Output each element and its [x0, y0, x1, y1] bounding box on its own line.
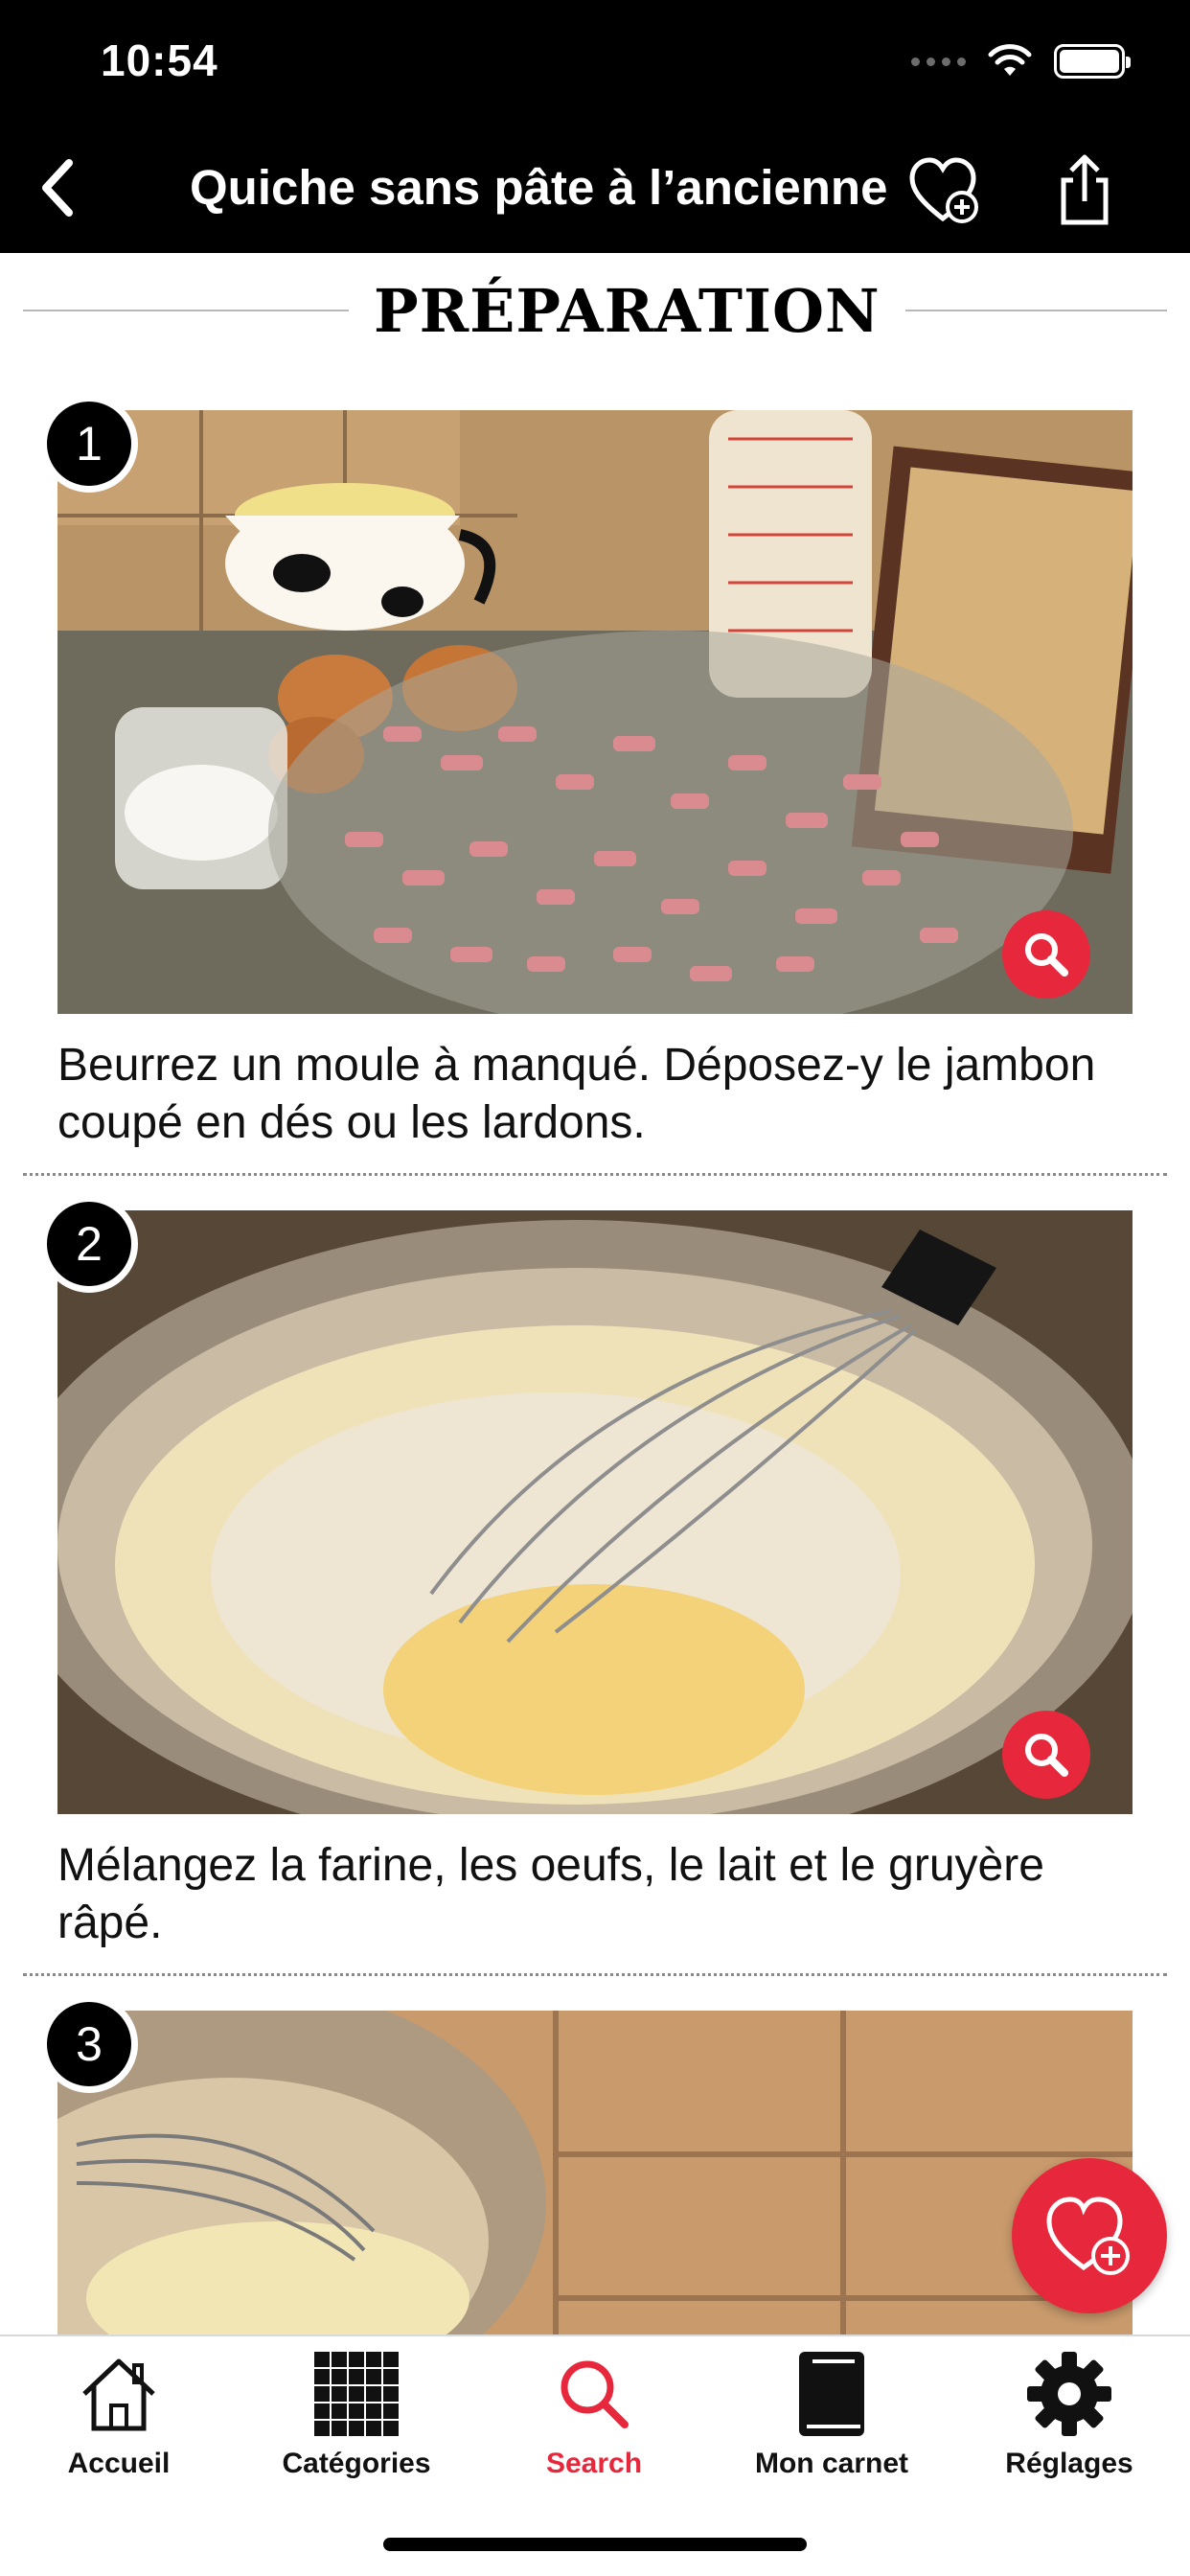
grid-icon [314, 2352, 399, 2436]
page-title: Quiche sans pâte à l’ancienne [190, 160, 888, 215]
back-button[interactable] [29, 153, 86, 222]
wifi-icon [988, 44, 1032, 76]
step-number: 3 [40, 1995, 138, 2093]
tab-accueil[interactable]: Accueil [9, 2348, 229, 2480]
status-indicators [911, 44, 1131, 79]
heart-plus-icon [909, 157, 978, 223]
section-heading: PRÉPARATION [0, 253, 1190, 368]
tab-label: Catégories [282, 2448, 431, 2479]
notebook-icon [799, 2352, 864, 2436]
step-1-image [57, 410, 1133, 1014]
tab-reglages[interactable]: Réglages [959, 2348, 1179, 2480]
tab-label: Réglages [1005, 2448, 1133, 2479]
zoom-button[interactable] [1002, 1711, 1090, 1799]
tab-search[interactable]: Search [484, 2348, 704, 2480]
zoom-button[interactable] [1002, 910, 1090, 999]
heading-rule-right [904, 310, 1167, 311]
tab-label: Mon carnet [754, 2448, 909, 2479]
tab-label: Search [545, 2448, 643, 2479]
chevron-left-icon [42, 159, 73, 217]
section-title: PRÉPARATION [374, 275, 881, 346]
step-3-image [57, 2011, 1133, 2334]
search-icon [1025, 933, 1068, 977]
step-photo[interactable] [57, 1210, 1133, 1814]
step-2-image [57, 1210, 1133, 1814]
step-photo[interactable] [57, 410, 1133, 1014]
battery-icon [1054, 44, 1131, 79]
favorite-button[interactable] [908, 155, 985, 228]
tab-label: Accueil [67, 2448, 171, 2479]
top-bar: 10:54 Quiche sans pâte à l’ancienne [0, 0, 1190, 253]
heading-rule-left [23, 310, 349, 311]
tab-mon-carnet[interactable]: Mon carnet [721, 2348, 942, 2480]
step-divider [23, 1173, 1167, 1176]
add-to-favorites-button[interactable] [1012, 2158, 1167, 2313]
step-text: Beurrez un moule à manqué. Déposez-y le … [57, 1040, 1096, 1148]
step-photo[interactable] [57, 2011, 1133, 2334]
gear-icon [1027, 2352, 1111, 2436]
heart-plus-icon [1046, 2196, 1130, 2275]
signal-icon [911, 57, 966, 66]
share-button[interactable] [1046, 151, 1123, 228]
status-time: 10:54 [101, 35, 218, 85]
step-divider [23, 1973, 1167, 1976]
step-text: Mélangez la farine, les oeufs, le lait e… [57, 1840, 1044, 1948]
home-icon [82, 2358, 155, 2431]
tab-categories[interactable]: Catégories [246, 2348, 467, 2480]
share-icon [1061, 154, 1109, 225]
search-icon [561, 2360, 629, 2428]
step-number: 2 [40, 1195, 138, 1293]
search-icon [1025, 1734, 1068, 1777]
step-number: 1 [40, 395, 138, 493]
home-indicator [383, 2538, 807, 2551]
